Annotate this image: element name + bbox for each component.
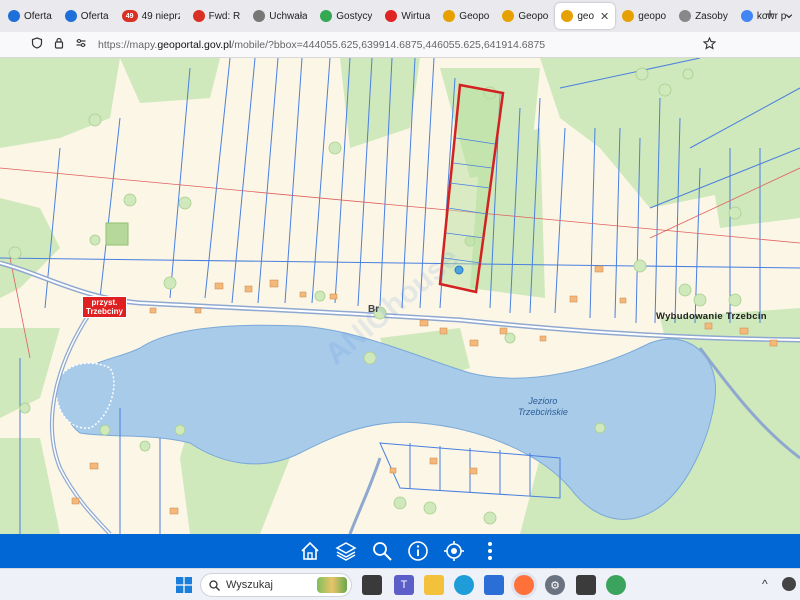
task-view-icon[interactable]	[362, 575, 382, 595]
permissions-icon[interactable]	[70, 37, 92, 52]
settlement-label: Wybudowanie Trzebcin	[656, 311, 767, 322]
home-icon	[301, 541, 319, 560]
locate-button[interactable]	[440, 537, 468, 565]
taskbar-search-placeholder: Wyszukaj	[226, 579, 273, 591]
bus-stop-label: przyst. Trzebciny	[82, 296, 127, 318]
map-viewport[interactable]: ANIOhouse przyst. Trzebciny Br Wybudowan…	[0, 58, 800, 534]
browser-tab[interactable]: Wirtua	[379, 3, 436, 29]
browser-tab[interactable]: Geopo	[496, 3, 554, 29]
browser-tab[interactable]: Geopo	[437, 3, 495, 29]
search-highlight-icon	[317, 577, 347, 593]
url-field[interactable]: https://mapy.geoportal.gov.pl/mobile/?bb…	[92, 39, 698, 51]
browser-tab[interactable]: Uchwała Nr	[247, 3, 313, 29]
store-icon[interactable]	[484, 575, 504, 595]
tab-label: geo	[577, 10, 595, 22]
tray-profile-icon[interactable]	[782, 577, 796, 591]
geoportal-icon	[622, 10, 635, 22]
locate-icon	[444, 541, 464, 561]
start-button[interactable]	[174, 575, 194, 595]
road-label: Br	[368, 304, 380, 315]
list-tabs-button[interactable]: ⌄	[778, 4, 800, 22]
wp-icon	[385, 10, 398, 22]
info-button[interactable]	[404, 537, 432, 565]
browser-tab[interactable]: Zasoby	[673, 3, 734, 29]
browser-tab[interactable]: Oferta	[59, 3, 115, 29]
url-path: /mobile/?bbox=444055.625,639914.6875,446…	[231, 38, 546, 51]
lake-label-line1: Jezioro	[528, 396, 558, 406]
browser-tab-bar: Oferta Oferta 4949 nieprz Fwd: R Uchwała Nr G…	[0, 0, 800, 32]
tab-label: Uchwała Nr	[269, 10, 308, 22]
google-icon	[740, 10, 753, 22]
map-toolbar	[0, 534, 800, 568]
tab-label: Fwd: R	[208, 10, 241, 22]
more-button[interactable]	[476, 537, 504, 565]
more-icon	[488, 542, 492, 560]
lake-label-line2: Trzebcińskie	[518, 407, 568, 417]
layers-icon	[335, 542, 357, 561]
tab-label: Geopo	[518, 10, 549, 22]
geoportal-icon	[443, 10, 456, 22]
browser-tab[interactable]: 49 49 nieprz	[116, 3, 186, 29]
file-explorer-icon[interactable]	[424, 575, 444, 595]
tab-label: 49 nieprz	[141, 10, 180, 22]
bus-stop-line2: Trzebciny	[86, 307, 123, 316]
address-bar: https://mapy.geoportal.gov.pl/mobile/?bb…	[0, 32, 800, 58]
browser-tab[interactable]: geo ✕	[555, 3, 616, 29]
tab-label: Oferta	[24, 10, 52, 22]
doc-icon	[253, 10, 266, 22]
browser-tab[interactable]: geopo	[616, 3, 672, 29]
maps-pin-icon	[320, 10, 333, 22]
geoportal-icon	[502, 10, 515, 22]
tab-label: geopo	[638, 10, 667, 22]
tray-chevron-icon[interactable]: ^	[762, 577, 768, 591]
shield-icon[interactable]	[26, 37, 48, 52]
os-taskbar: Wyszukaj T ⚙ ^	[0, 568, 800, 600]
browser-tab[interactable]: Oferta	[2, 3, 58, 29]
search-icon	[64, 10, 77, 22]
tab-label: Gostycy	[336, 10, 373, 22]
loading-icon	[679, 10, 692, 22]
search-icon	[8, 10, 20, 22]
browser-tab[interactable]: Gostycy	[314, 3, 378, 29]
tab-label: Zasoby	[695, 10, 728, 22]
search-icon	[209, 579, 220, 591]
search-button[interactable]	[368, 537, 396, 565]
tab-strip: Oferta Oferta 4949 nieprz Fwd: R Uchwała Nr G…	[0, 3, 793, 29]
info-icon	[408, 541, 428, 561]
taskbar-search[interactable]: Wyszukaj	[200, 573, 352, 597]
bookmark-star-icon[interactable]	[698, 36, 720, 53]
url-prefix: https://mapy.	[98, 38, 158, 51]
bus-stop-line1: przyst.	[91, 298, 118, 307]
calculator-icon[interactable]	[576, 575, 596, 595]
gmail-icon	[192, 10, 205, 22]
clearing-square	[105, 222, 129, 246]
close-tab-icon[interactable]: ✕	[600, 10, 609, 23]
home-button[interactable]	[296, 537, 324, 565]
lock-icon[interactable]	[48, 37, 70, 52]
tab-label: Geopo	[459, 10, 490, 22]
edge-icon[interactable]	[454, 575, 474, 595]
settings-icon[interactable]: ⚙	[545, 575, 565, 595]
windows-icon	[176, 577, 192, 593]
tab-label: Wirtua	[401, 10, 431, 22]
mail-badge-icon: 49	[121, 10, 138, 22]
lake-label: Jezioro Trzebcińskie	[518, 396, 568, 418]
url-domain: geoportal.gov.pl	[157, 38, 232, 51]
firefox-icon[interactable]	[514, 575, 534, 595]
search-icon	[373, 542, 392, 561]
tab-label: Oferta	[80, 10, 109, 22]
browser-tab[interactable]: Fwd: R	[187, 3, 247, 29]
geoportal-icon	[561, 10, 574, 22]
globe-app-icon[interactable]	[606, 575, 626, 595]
teams-icon[interactable]: T	[394, 575, 414, 595]
layers-button[interactable]	[332, 537, 360, 565]
